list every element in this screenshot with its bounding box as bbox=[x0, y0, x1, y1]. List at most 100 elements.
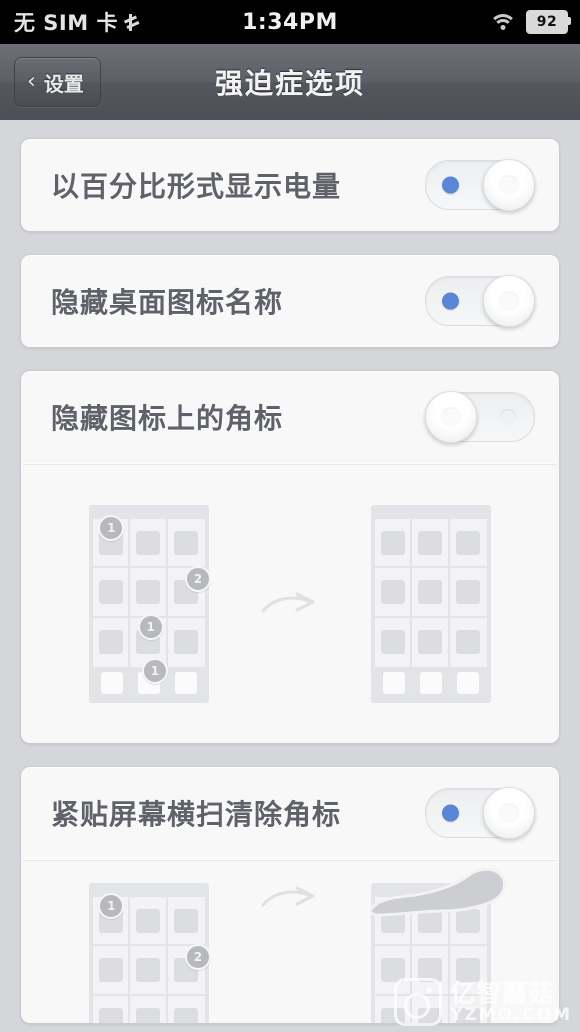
app-icon bbox=[135, 530, 160, 555]
setting-card-hide-icon-names: 隐藏桌面图标名称 bbox=[20, 254, 560, 348]
dock-icon bbox=[100, 672, 123, 694]
app-icon bbox=[380, 630, 405, 655]
app-icon bbox=[98, 957, 123, 982]
phone-dock bbox=[375, 667, 487, 699]
toggle-hide-icon-names[interactable] bbox=[425, 275, 535, 327]
app-cell bbox=[412, 946, 450, 996]
app-cell bbox=[412, 568, 450, 618]
badge: 1 bbox=[137, 613, 164, 640]
wifi-icon bbox=[489, 13, 517, 32]
app-grid: 1 2 bbox=[93, 515, 211, 667]
app-icon bbox=[417, 530, 442, 555]
setting-row[interactable]: 以百分比形式显示电量 bbox=[21, 139, 559, 231]
app-cell bbox=[449, 946, 487, 996]
setting-card-swipe-clear-badges: 紧贴屏幕横扫清除角标 1 2 bbox=[20, 766, 560, 1024]
page-title: 强迫症选项 bbox=[214, 67, 365, 100]
app-cell bbox=[168, 618, 205, 667]
phone-screen-area: 1 2 bbox=[93, 515, 211, 667]
phone-screen-area bbox=[375, 519, 487, 667]
app-grid: 1 2 bbox=[93, 893, 211, 1023]
badge: 1 bbox=[141, 658, 168, 684]
app-cell bbox=[93, 617, 131, 667]
toggle-knob bbox=[483, 275, 535, 327]
app-icon bbox=[417, 957, 442, 982]
app-icon bbox=[135, 957, 160, 982]
toggle-knob bbox=[483, 787, 535, 839]
phone-mock-with-badges: 1 2 bbox=[89, 883, 211, 1023]
app-icon bbox=[174, 630, 199, 655]
app-cell bbox=[130, 897, 168, 947]
app-cell bbox=[130, 568, 168, 618]
app-cell bbox=[412, 897, 450, 947]
app-cell bbox=[449, 519, 487, 569]
app-icon bbox=[380, 579, 405, 604]
setting-row[interactable]: 隐藏桌面图标名称 bbox=[21, 255, 559, 347]
setting-row[interactable]: 隐藏图标上的角标 bbox=[21, 371, 559, 463]
toggle-hide-badges[interactable] bbox=[425, 391, 535, 443]
app-cell bbox=[93, 946, 131, 996]
navigation-bar: ‹ 设置 强迫症选项 bbox=[0, 44, 580, 122]
app-icon bbox=[417, 908, 442, 933]
right-arrow-icon bbox=[261, 589, 319, 619]
phone-screen-area bbox=[375, 897, 487, 1023]
toggle-swipe-clear-badges[interactable] bbox=[425, 787, 535, 839]
app-icon bbox=[135, 579, 160, 604]
app-cell bbox=[375, 519, 413, 569]
app-icon bbox=[417, 630, 442, 655]
setting-label: 隐藏桌面图标名称 bbox=[51, 286, 284, 319]
dock-icon bbox=[175, 672, 198, 694]
app-icon bbox=[380, 1008, 405, 1023]
dock-icon bbox=[457, 672, 480, 694]
app-cell bbox=[412, 519, 450, 569]
app-cell bbox=[93, 995, 131, 1023]
setting-row[interactable]: 紧贴屏幕横扫清除角标 bbox=[21, 767, 559, 859]
toggle-on-dot-icon bbox=[442, 804, 459, 822]
status-bar: 无 SIM 卡 1:34PM 92 bbox=[0, 0, 580, 44]
status-bar-right: 92 bbox=[489, 0, 571, 44]
setting-label: 以百分比形式显示电量 bbox=[51, 170, 342, 203]
app-cell: 2 bbox=[167, 566, 211, 618]
app-cell bbox=[412, 617, 450, 667]
setting-card-battery-percent: 以百分比形式显示电量 bbox=[20, 138, 560, 232]
app-cell bbox=[449, 568, 487, 618]
battery-level-label: 92 bbox=[536, 14, 558, 30]
app-cell bbox=[375, 617, 413, 667]
app-grid bbox=[375, 897, 487, 1023]
app-icon bbox=[174, 1008, 199, 1023]
app-cell bbox=[375, 946, 413, 996]
app-cell: 1 bbox=[93, 515, 131, 569]
settings-list: 以百分比形式显示电量 隐藏桌面图标名称 隐藏图标上的角标 1 2 1 1 紧贴屏… bbox=[0, 120, 580, 1032]
app-icon bbox=[98, 630, 123, 655]
toggle-battery-percent[interactable] bbox=[425, 159, 535, 211]
setting-card-hide-badges: 隐藏图标上的角标 1 2 1 1 bbox=[20, 370, 560, 744]
app-cell bbox=[167, 519, 205, 569]
app-cell: 2 bbox=[167, 944, 211, 996]
badges-illustration: 1 2 1 1 bbox=[21, 465, 559, 743]
dock-icon bbox=[382, 672, 405, 694]
app-cell bbox=[93, 568, 131, 618]
app-icon bbox=[456, 530, 481, 555]
swipe-illustration: 1 2 bbox=[21, 861, 559, 1023]
toggle-on-dot-icon bbox=[442, 292, 459, 310]
app-icon bbox=[456, 630, 481, 655]
app-icon bbox=[380, 908, 405, 933]
app-cell bbox=[375, 568, 413, 618]
app-cell bbox=[167, 897, 205, 947]
app-icon bbox=[380, 957, 405, 982]
app-cell: 1 bbox=[93, 893, 131, 947]
app-icon bbox=[135, 908, 160, 933]
phone-mock-with-badges: 1 2 bbox=[89, 505, 211, 703]
app-cell bbox=[168, 996, 205, 1023]
app-icon bbox=[98, 579, 123, 604]
app-cell bbox=[130, 946, 168, 996]
app-cell bbox=[130, 519, 168, 569]
right-arrow-icon bbox=[261, 883, 319, 913]
toggle-knob bbox=[483, 159, 535, 211]
app-cell bbox=[412, 995, 450, 1023]
app-cell bbox=[375, 995, 413, 1023]
app-icon bbox=[456, 957, 481, 982]
app-cell bbox=[450, 996, 487, 1023]
app-cell bbox=[130, 995, 168, 1023]
phone-dock: 1 bbox=[93, 658, 205, 699]
app-icon bbox=[456, 908, 481, 933]
